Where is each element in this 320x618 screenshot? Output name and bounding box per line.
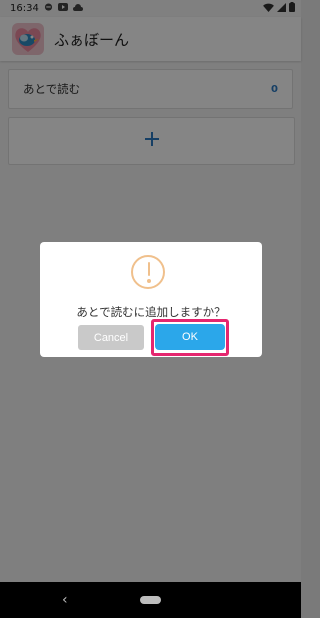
home-pill-icon[interactable] [140,596,161,604]
navigation-bar: ‹ [0,582,301,618]
ok-button[interactable]: OK [155,324,225,350]
back-icon[interactable]: ‹ [62,592,68,608]
confirm-dialog: あとで読むに追加しますか？ Cancel OK [40,242,262,357]
dialog-message: あとで読むに追加しますか？ [76,305,226,319]
exclamation-icon [131,255,165,289]
cancel-button[interactable]: Cancel [78,325,144,350]
